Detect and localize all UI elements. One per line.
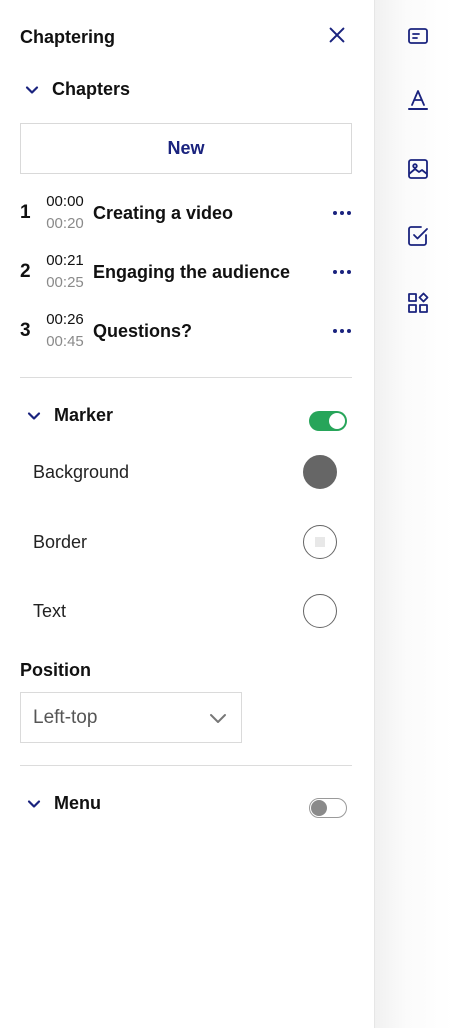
chapter-title: Questions? [93,320,193,341]
chapters-section-toggle[interactable]: Chapters [24,79,130,100]
panel-title: Chaptering [20,27,116,47]
chapter-times: 00:26 00:45 [38,309,92,353]
position-label: Position [20,660,91,680]
chapter-title: Engaging the audience [93,261,291,282]
section-divider [20,377,352,378]
chapter-end-time: 00:20 [46,215,84,232]
text-color-swatch[interactable] [303,594,337,628]
menu-toggle[interactable] [309,798,347,818]
image-icon[interactable] [406,157,430,181]
chapter-number: 1 [20,202,31,223]
toggle-knob [311,800,327,816]
new-chapter-button[interactable]: New [20,123,352,174]
tool-rail [374,0,454,1028]
widgets-icon[interactable] [406,291,430,315]
chapter-times: 00:00 00:20 [38,191,92,235]
caption-icon[interactable] [406,24,430,48]
chevron-down-icon [27,411,41,420]
chapter-start-time: 00:26 [46,311,84,328]
chevron-down-icon [27,799,41,808]
chapter-times: 00:21 00:25 [38,250,92,294]
chapter-start-time: 00:21 [46,252,84,269]
chapter-end-time: 00:25 [46,274,84,291]
chapter-start-time: 00:00 [46,193,84,210]
chapter-title: Creating a video [93,202,234,223]
chapter-end-time: 00:45 [46,333,84,350]
chapter-row[interactable]: 2 00:21 00:25 Engaging the audience [20,246,354,298]
marker-toggle[interactable] [309,411,347,431]
position-select[interactable]: Left-top [20,692,242,743]
menu-section-label: Menu [54,793,101,813]
chapter-row[interactable]: 3 00:26 00:45 Questions? [20,305,354,357]
toggle-knob [329,413,345,429]
marker-section-label: Marker [54,405,114,425]
chevron-down-icon [25,85,39,94]
more-options-icon[interactable] [330,262,354,282]
section-divider [20,765,352,766]
checkbox-icon[interactable] [406,224,430,248]
position-value: Left-top [33,706,98,728]
chapter-row[interactable]: 1 00:00 00:20 Creating a video [20,187,354,239]
background-label: Background [33,462,130,482]
close-icon[interactable] [326,24,348,46]
border-label: Border [33,532,88,552]
chapters-section-label: Chapters [52,79,131,99]
marker-section-toggle[interactable]: Marker [26,405,113,426]
background-color-swatch[interactable] [303,455,337,489]
chapter-number: 3 [20,320,31,341]
chevron-down-icon [210,713,226,723]
swatch-inner [315,537,325,547]
menu-section-toggle[interactable]: Menu [26,793,101,814]
text-format-icon[interactable] [406,88,430,112]
chaptering-panel: Chaptering Chapters New 1 00:00 00:20 Cr… [0,0,374,1028]
more-options-icon[interactable] [330,321,354,341]
border-color-swatch[interactable] [303,525,337,559]
more-options-icon[interactable] [330,203,354,223]
text-label: Text [33,601,67,621]
chapter-number: 2 [20,261,31,282]
